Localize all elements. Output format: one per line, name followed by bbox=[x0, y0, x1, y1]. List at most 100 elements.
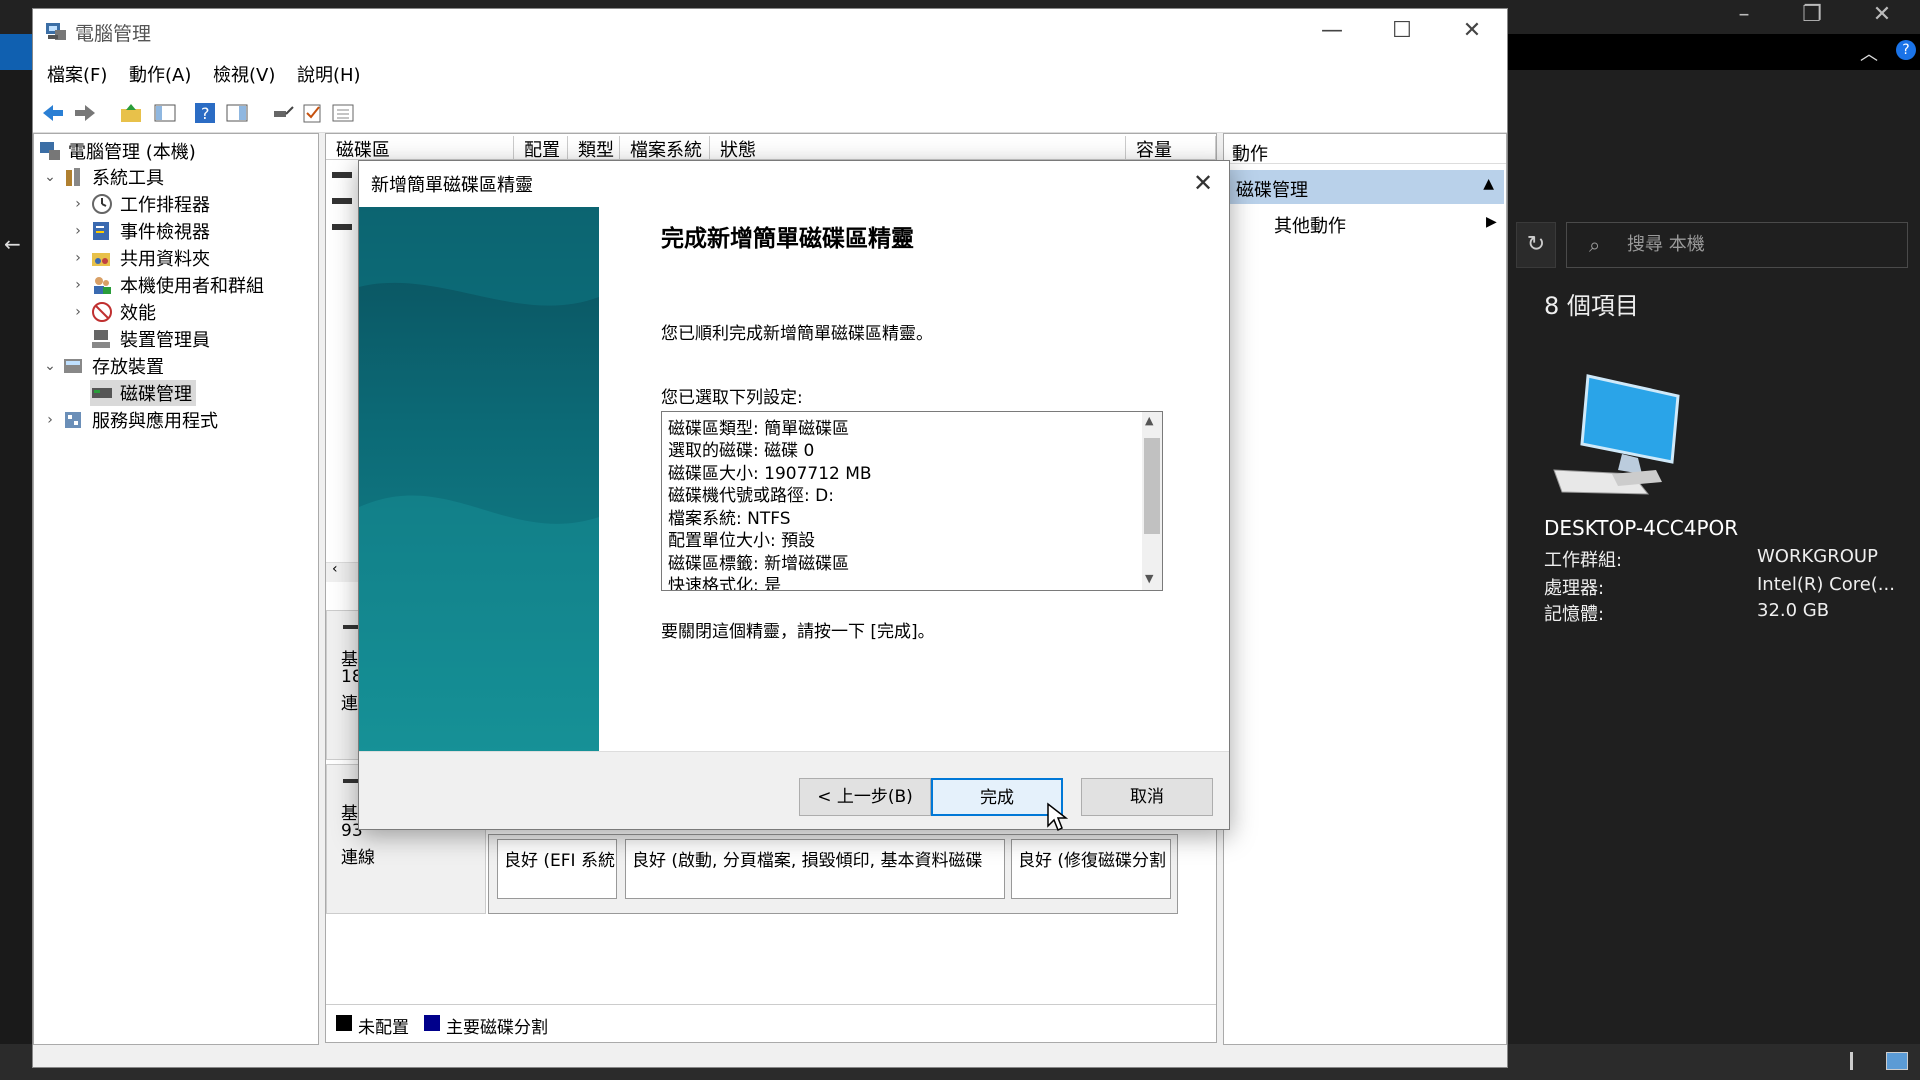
wizard-footer: < 上一步(B) 完成 取消 bbox=[359, 751, 1229, 829]
maximize-button[interactable]: ☐ bbox=[1367, 13, 1437, 49]
settings-summary-box[interactable]: 磁碟區類型: 簡單磁碟區 選取的磁碟: 磁碟 0 磁碟區大小: 1907712 … bbox=[661, 411, 1163, 591]
settings-scrollbar[interactable]: ▲ ▼ bbox=[1142, 412, 1162, 590]
close-icon[interactable]: ✕ bbox=[1854, 2, 1910, 27]
wizard-close-instruction: 要關閉這個精靈，請按一下 [完成]。 bbox=[661, 622, 935, 642]
details-view-icon[interactable] bbox=[1850, 1052, 1870, 1070]
properties-icon[interactable] bbox=[329, 99, 357, 127]
menu-action[interactable]: 動作(A) bbox=[129, 61, 191, 87]
chevron-right-icon[interactable]: › bbox=[66, 304, 90, 320]
chevron-down-icon[interactable]: ⌄ bbox=[38, 358, 62, 374]
partition-efi[interactable]: 良好 (EFI 系統 bbox=[497, 839, 617, 899]
tree-item-task-scheduler[interactable]: › 工作排程器 bbox=[66, 191, 210, 217]
actions-group-label: 磁碟管理 bbox=[1236, 180, 1308, 201]
column-status[interactable]: 狀態 bbox=[710, 136, 1126, 161]
spec-workgroup-value: WORKGROUP bbox=[1757, 546, 1878, 567]
actions-title: 動作 bbox=[1224, 134, 1506, 165]
actions-pane: 動作 磁碟管理 ▲ 其他動作 ▶ bbox=[1223, 133, 1507, 1045]
tiles-view-icon[interactable] bbox=[1886, 1052, 1908, 1070]
menu-help[interactable]: 說明(H) bbox=[297, 61, 361, 87]
item-count: 8 個項目 bbox=[1544, 292, 1639, 320]
chevron-left-icon[interactable]: ‹ bbox=[332, 561, 338, 577]
setting-quick-format: 快速格式化: 是 bbox=[668, 576, 782, 591]
background-ribbon-tab[interactable] bbox=[0, 34, 32, 70]
back-arrow-icon[interactable]: ← bbox=[4, 232, 21, 256]
chevron-right-icon[interactable]: › bbox=[66, 196, 90, 212]
clock-icon bbox=[92, 194, 112, 214]
wizard-titlebar[interactable]: 新增簡單磁碟區精靈 ✕ bbox=[359, 161, 1229, 205]
minimize-icon[interactable]: – bbox=[1716, 2, 1772, 27]
column-capacity[interactable]: 容量 bbox=[1126, 136, 1216, 161]
forward-icon[interactable] bbox=[71, 99, 99, 127]
chevron-down-icon[interactable]: ⌄ bbox=[38, 169, 62, 185]
column-type[interactable]: 類型 bbox=[568, 136, 620, 161]
connect-icon[interactable] bbox=[269, 99, 297, 127]
back-icon[interactable] bbox=[39, 99, 67, 127]
finish-button[interactable]: 完成 bbox=[931, 778, 1063, 816]
chevron-right-icon[interactable]: › bbox=[66, 223, 90, 239]
tree-item-local-users-groups[interactable]: › 本機使用者和群組 bbox=[66, 272, 264, 298]
tree-item-computer-management[interactable]: 電腦管理 (本機) bbox=[38, 138, 196, 164]
chevron-up-icon[interactable]: ︿ bbox=[1860, 40, 1878, 66]
tree-item-label: 事件檢視器 bbox=[120, 222, 210, 243]
column-volume[interactable]: 磁碟區 bbox=[326, 136, 514, 161]
tree-item-services-applications[interactable]: › 服務與應用程式 bbox=[38, 407, 218, 433]
window-titlebar[interactable]: 電腦管理 — ☐ ✕ bbox=[33, 9, 1507, 53]
scroll-down-icon[interactable]: ▼ bbox=[1145, 572, 1153, 585]
mouse-cursor-icon bbox=[1047, 802, 1068, 832]
chevron-right-icon[interactable]: › bbox=[66, 277, 90, 293]
volume-row-icon bbox=[332, 172, 352, 178]
services-icon bbox=[65, 412, 81, 428]
tree-item-disk-management[interactable]: 磁碟管理 bbox=[90, 380, 196, 406]
scroll-thumb[interactable] bbox=[1144, 438, 1160, 534]
legend-unallocated: 未配置 bbox=[358, 1018, 409, 1038]
spec-processor-value: Intel(R) Core(... bbox=[1757, 574, 1895, 595]
search-placeholder: 搜尋 本機 bbox=[1627, 234, 1705, 255]
search-input[interactable]: ⌕ 搜尋 本機 bbox=[1566, 222, 1908, 268]
tree-item-device-manager[interactable]: 裝置管理員 bbox=[90, 326, 210, 352]
tree-item-label: 共用資料夾 bbox=[120, 249, 210, 270]
collapse-up-icon[interactable]: ▲ bbox=[1483, 176, 1494, 192]
column-layout[interactable]: 配置 bbox=[514, 136, 568, 161]
tree-item-performance[interactable]: › 效能 bbox=[66, 299, 156, 325]
new-simple-volume-wizard: 新增簡單磁碟區精靈 ✕ 完成新增簡單磁碟區精靈 您已順利完成新增簡單磁碟區精靈。… bbox=[358, 160, 1230, 830]
tree-item-event-viewer[interactable]: › 事件檢視器 bbox=[66, 218, 210, 244]
setting-drive-letter: 磁碟機代號或路徑: D: bbox=[668, 486, 834, 506]
refresh-button[interactable]: ↻ bbox=[1516, 222, 1556, 268]
actions-group-disk-management[interactable]: 磁碟管理 ▲ bbox=[1226, 170, 1504, 204]
more-actions[interactable]: 其他動作 bbox=[1274, 212, 1346, 238]
scroll-up-icon[interactable]: ▲ bbox=[1145, 414, 1153, 427]
menu-view[interactable]: 檢視(V) bbox=[213, 61, 275, 87]
chevron-right-icon[interactable]: › bbox=[38, 412, 62, 428]
partition-system[interactable]: 良好 (啟動, 分頁檔案, 損毀傾印, 基本資料磁碟 bbox=[625, 839, 1005, 899]
menu-file[interactable]: 檔案(F) bbox=[47, 61, 107, 87]
check-icon[interactable] bbox=[299, 99, 327, 127]
computer-management-icon bbox=[46, 23, 66, 40]
wizard-title: 新增簡單磁碟區精靈 bbox=[371, 175, 533, 196]
help-icon[interactable]: ? bbox=[191, 99, 219, 127]
computer-management-icon bbox=[40, 142, 60, 160]
minimize-button[interactable]: — bbox=[1297, 13, 1367, 49]
background-left-strip bbox=[0, 34, 32, 1044]
show-hide-tree-icon[interactable] bbox=[151, 99, 179, 127]
column-filesystem[interactable]: 檔案系統 bbox=[620, 136, 710, 161]
tree-item-system-tools[interactable]: ⌄ 系統工具 bbox=[38, 164, 164, 190]
tree-item-storage[interactable]: ⌄ 存放裝置 bbox=[38, 353, 164, 379]
refresh-icon: ↻ bbox=[1526, 232, 1546, 257]
help-icon[interactable]: ? bbox=[1896, 40, 1916, 60]
show-action-pane-icon[interactable] bbox=[223, 99, 251, 127]
tree-item-shared-folders[interactable]: › 共用資料夾 bbox=[66, 245, 210, 271]
tree-item-label: 本機使用者和群組 bbox=[120, 276, 264, 297]
restore-icon[interactable]: ❐ bbox=[1784, 2, 1840, 27]
menu-bar: 檔案(F) 動作(A) 檢視(V) 說明(H) bbox=[33, 53, 1507, 93]
chevron-right-icon[interactable]: › bbox=[66, 250, 90, 266]
up-folder-icon[interactable] bbox=[117, 99, 145, 127]
shared-folder-icon bbox=[92, 253, 110, 266]
cancel-button[interactable]: 取消 bbox=[1081, 778, 1213, 816]
wizard-close-button[interactable]: ✕ bbox=[1181, 165, 1225, 201]
back-button[interactable]: < 上一步(B) bbox=[799, 778, 931, 816]
close-button[interactable]: ✕ bbox=[1437, 13, 1507, 49]
partition-recovery[interactable]: 良好 (修復磁碟分割 bbox=[1011, 839, 1171, 899]
performance-icon bbox=[92, 302, 112, 322]
computer-icon[interactable] bbox=[1552, 370, 1692, 500]
wizard-settings-label: 您已選取下列設定: bbox=[661, 388, 803, 408]
